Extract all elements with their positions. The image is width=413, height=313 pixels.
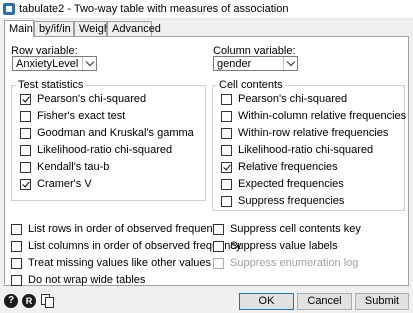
cell-contents-group: Cell contents Pearson's chi-squared With… — [212, 79, 407, 211]
checkbox-label: Suppress value labels — [230, 240, 338, 252]
checkbox-label: Within-column relative frequencies — [238, 110, 407, 122]
stata-app-icon — [3, 3, 15, 15]
dialog-footer: ? R OK Cancel Submit — [0, 292, 413, 313]
copy-command-icon[interactable] — [41, 294, 55, 308]
checkbox-label: Fisher's exact test — [37, 110, 126, 122]
checkbox-label: Suppress cell contents key — [230, 223, 361, 235]
checkbox-label: Pearson's chi-squared — [37, 93, 147, 105]
cancel-button[interactable]: Cancel — [297, 293, 352, 310]
checkbox-box[interactable] — [20, 179, 31, 190]
checkbox-box[interactable] — [20, 111, 31, 122]
checkbox-box[interactable] — [221, 162, 232, 173]
checkbox-label: List columns in order of observed freque… — [28, 240, 242, 252]
help-icon[interactable]: ? — [4, 294, 18, 308]
ok-button[interactable]: OK — [239, 293, 294, 310]
window-title: tabulate2 - Two-way table with measures … — [19, 3, 289, 15]
checkbox-box[interactable] — [221, 128, 232, 139]
checkbox-label: Pearson's chi-squared — [238, 93, 348, 105]
submit-button[interactable]: Submit — [355, 293, 409, 310]
checkbox-label: List rows in order of observed frequency — [28, 223, 224, 235]
chevron-down-icon[interactable] — [283, 57, 297, 70]
title-bar: tabulate2 - Two-way table with measures … — [0, 0, 413, 19]
checkbox-box[interactable] — [221, 111, 232, 122]
reset-icon[interactable]: R — [22, 294, 36, 308]
checkbox-box[interactable] — [11, 224, 22, 235]
column-variable-value: gender — [217, 58, 252, 70]
checkbox-label: Cramer's V — [37, 178, 92, 190]
row-variable-value: AnxietyLevel — [16, 58, 79, 70]
checkbox-label: Expected frequencies — [238, 178, 344, 190]
tab-advanced[interactable]: Advanced — [107, 21, 161, 37]
checkbox-box[interactable] — [221, 94, 232, 105]
checkbox-box[interactable] — [221, 145, 232, 156]
checkbox-box[interactable] — [20, 94, 31, 105]
checkbox-box[interactable] — [213, 224, 224, 235]
checkbox-label: Relative frequencies — [238, 161, 338, 173]
checkbox-box[interactable] — [20, 128, 31, 139]
checkbox-label: Likelihood-ratio chi-squared — [238, 144, 374, 156]
checkbox-label: Kendall's tau-b — [37, 161, 110, 173]
checkbox-label: Suppress enumeration log — [230, 257, 359, 269]
checkbox-label: Do not wrap wide tables — [28, 274, 146, 286]
checkbox-label: Suppress frequencies — [238, 195, 345, 207]
checkbox-box[interactable] — [11, 258, 22, 269]
cell-contents-title: Cell contents — [217, 79, 285, 91]
checkbox-box — [213, 258, 224, 269]
tab-main[interactable]: Main — [4, 20, 34, 37]
row-variable-combobox[interactable]: AnxietyLevel — [12, 56, 97, 71]
test-statistics-title: Test statistics — [16, 79, 86, 91]
column-variable-combobox[interactable]: gender — [213, 56, 298, 71]
checkbox-box[interactable] — [20, 162, 31, 173]
checkbox-box[interactable] — [11, 275, 22, 286]
checkbox-label: Treat missing values like other values — [28, 257, 212, 269]
checkbox-box[interactable] — [221, 179, 232, 190]
checkbox-label: Within-row relative frequencies — [238, 127, 389, 139]
tab-by-if-in[interactable]: by/if/in — [34, 21, 74, 37]
checkbox-label: Likelihood-ratio chi-squared — [37, 144, 173, 156]
main-tab-panel: Row variable: AnxietyLevel Column variab… — [4, 36, 409, 286]
checkbox-label: Goodman and Kruskal's gamma — [37, 127, 194, 139]
chevron-down-icon[interactable] — [82, 57, 96, 70]
checkbox-box[interactable] — [221, 196, 232, 207]
test-statistics-group: Test statistics Pearson's chi-squared Fi… — [11, 79, 206, 201]
tab-weights[interactable]: Weights — [74, 21, 119, 37]
checkbox-box[interactable] — [11, 241, 22, 252]
checkbox-box[interactable] — [20, 145, 31, 156]
checkbox-box[interactable] — [213, 241, 224, 252]
